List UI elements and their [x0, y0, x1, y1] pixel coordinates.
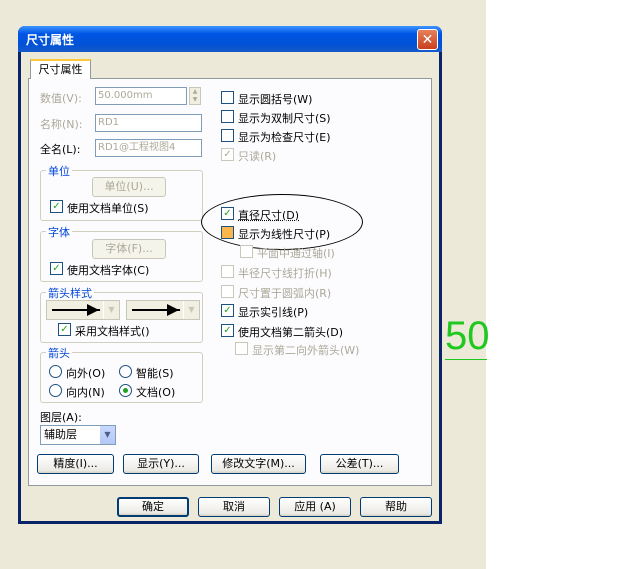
- arrow-out-label: 向外(O): [66, 367, 106, 380]
- value-spinner[interactable]: ▲ ▼: [189, 87, 201, 105]
- show-paren-label: 显示圆括号(W): [238, 93, 313, 106]
- dimension-text: 50: [445, 314, 490, 358]
- unit-group-title: 单位: [46, 163, 72, 179]
- diameter-dim-label: 直径尺寸(D): [238, 209, 300, 222]
- chevron-down-icon[interactable]: ▼: [183, 301, 199, 319]
- plane-axis-checkbox[interactable]: [240, 245, 253, 258]
- radius-break-checkbox[interactable]: [221, 265, 234, 278]
- arrow-style-left-select[interactable]: ▼: [46, 300, 120, 320]
- display-button[interactable]: 显示(Y)...: [123, 454, 199, 474]
- precision-button[interactable]: 精度(I)...: [37, 454, 114, 474]
- name-input[interactable]: RD1: [95, 114, 202, 132]
- unit-button[interactable]: 单位(U)...: [92, 177, 166, 197]
- help-button[interactable]: 帮助: [360, 497, 432, 517]
- use-doc-unit-label: 使用文档单位(S): [67, 202, 149, 215]
- arrow-style-group-title: 箭头样式: [46, 285, 94, 301]
- arrow-smart-radio[interactable]: [119, 365, 132, 378]
- arrow-style-right-select[interactable]: ▼: [126, 300, 200, 320]
- arrow-out-radio[interactable]: [49, 365, 62, 378]
- tab-dimension-properties[interactable]: 尺寸属性: [30, 59, 91, 79]
- close-icon[interactable]: ✕: [417, 29, 438, 50]
- arrow-doc-radio[interactable]: [119, 384, 132, 397]
- title-bar[interactable]: 尺寸属性 ✕: [18, 26, 442, 52]
- in-arc-checkbox[interactable]: [221, 285, 234, 298]
- value-input[interactable]: 50.000mm: [95, 87, 187, 105]
- inspection-dim-checkbox[interactable]: [221, 129, 234, 142]
- font-group-title: 字体: [46, 224, 72, 240]
- layer-value: 辅助层: [44, 428, 77, 441]
- second-arrow-label: 使用文档第二箭头(D): [238, 326, 344, 339]
- inspection-dim-label: 显示为检查尺寸(E): [238, 131, 331, 144]
- value-label: 数值(V):: [40, 92, 82, 105]
- solid-leader-checkbox[interactable]: ✓: [221, 304, 234, 317]
- fullname-label: 全名(L):: [40, 143, 81, 156]
- in-arc-label: 尺寸置于圆弧内(R): [238, 287, 332, 300]
- diameter-dim-checkbox[interactable]: ✓: [221, 207, 234, 220]
- use-doc-style-checkbox[interactable]: ✓: [58, 323, 71, 336]
- readonly-checkbox[interactable]: ✓: [221, 148, 234, 161]
- arrow-in-radio[interactable]: [49, 384, 62, 397]
- use-doc-font-checkbox[interactable]: ✓: [50, 262, 63, 275]
- tab-panel: 数值(V): 50.000mm ▲ ▼ 名称(N): RD1 全名(L): RD1…: [28, 78, 432, 486]
- dialog-title: 尺寸属性: [26, 33, 75, 47]
- second-arrow-checkbox[interactable]: ✓: [221, 324, 234, 337]
- modify-text-button[interactable]: 修改文字(M)...: [211, 454, 306, 474]
- solid-leader-label: 显示实引线(P): [238, 306, 309, 319]
- use-doc-font-label: 使用文档字体(C): [67, 264, 150, 277]
- dimension-line: [445, 359, 487, 360]
- arrow-smart-label: 智能(S): [136, 367, 174, 380]
- drawing-canvas[interactable]: [486, 0, 640, 569]
- arrow-in-label: 向内(N): [66, 386, 105, 399]
- plane-axis-label: 平面中通过轴(I): [257, 247, 335, 260]
- apply-button[interactable]: 应用 (A): [279, 497, 351, 517]
- second-out-arrow-checkbox[interactable]: [235, 342, 248, 355]
- name-label: 名称(N):: [40, 118, 83, 131]
- readonly-label: 只读(R): [238, 150, 277, 163]
- chevron-down-icon[interactable]: ▼: [103, 301, 119, 319]
- chevron-down-icon[interactable]: ▼: [99, 426, 115, 444]
- linear-dim-checkbox[interactable]: [221, 226, 234, 239]
- linear-dim-label: 显示为线性尺寸(P): [238, 228, 331, 241]
- dimension-properties-dialog: 尺寸属性 ✕ 尺寸属性 数值(V): 50.000mm ▲ ▼ 名称(N): RD…: [18, 26, 442, 524]
- use-doc-style-label: 采用文档样式(): [75, 325, 150, 338]
- fullname-input[interactable]: RD1@工程视图4: [95, 139, 202, 157]
- dual-dim-checkbox[interactable]: [221, 110, 234, 123]
- arrowhead-right-icon: [167, 304, 179, 316]
- second-out-arrow-label: 显示第二向外箭头(W): [252, 344, 360, 357]
- dual-dim-label: 显示为双制尺寸(S): [238, 112, 331, 125]
- font-button[interactable]: 字体(F)...: [92, 239, 166, 259]
- show-paren-checkbox[interactable]: [221, 91, 234, 104]
- arrow-group-title: 箭头: [46, 345, 72, 361]
- use-doc-unit-checkbox[interactable]: ✓: [50, 200, 63, 213]
- layer-label: 图层(A):: [40, 411, 82, 424]
- arrowhead-left-icon: [87, 304, 99, 316]
- cancel-button[interactable]: 取消: [198, 497, 270, 517]
- arrow-doc-label: 文档(O): [136, 386, 176, 399]
- layer-select[interactable]: 辅助层 ▼: [40, 425, 116, 445]
- radius-break-label: 半径尺寸线打折(H): [238, 267, 332, 280]
- tolerance-button[interactable]: 公差(T)...: [320, 454, 399, 474]
- dialog-client: 尺寸属性 数值(V): 50.000mm ▲ ▼ 名称(N): RD1 全名(L)…: [21, 52, 439, 521]
- ok-button[interactable]: 确定: [117, 497, 189, 517]
